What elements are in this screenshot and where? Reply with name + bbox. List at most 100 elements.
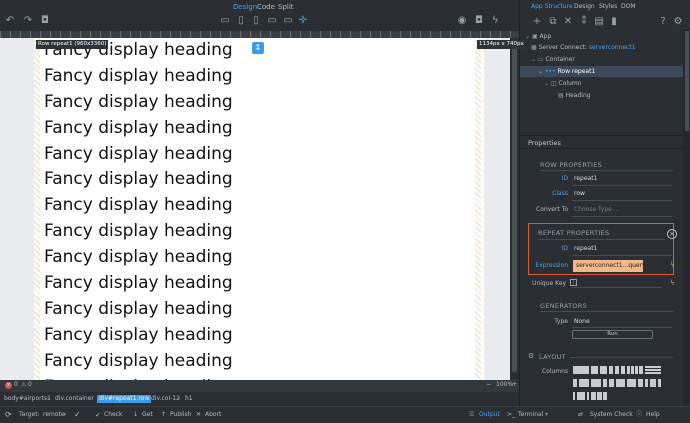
fit-icon[interactable]: ✛ (297, 15, 309, 27)
columns-8-4-icon[interactable] (627, 379, 643, 387)
columns-2-icon[interactable] (591, 366, 607, 374)
get-button[interactable]: Get (142, 407, 153, 423)
columns-4-icon[interactable] (627, 366, 643, 374)
close-icon[interactable]: × (667, 229, 677, 239)
panel-scrollbar[interactable] (683, 29, 690, 406)
info-icon[interactable]: i (570, 279, 577, 286)
display-heading[interactable]: Fancy display heading (44, 323, 474, 349)
columns-4-8-icon[interactable] (609, 379, 625, 387)
breadcrumb-item-active[interactable]: div#repeat1.row (97, 395, 152, 403)
check-circle-icon[interactable]: ✓ (74, 407, 81, 423)
help-button[interactable]: Help (646, 407, 660, 423)
dynamic-data-icon[interactable]: ϟ (670, 261, 675, 269)
display-heading[interactable]: Fancy display heading (44, 116, 474, 142)
type-select[interactable]: None (574, 318, 590, 325)
tree-item-column[interactable]: ⌄ ◫ Column (544, 78, 582, 89)
dynamic-data-icon[interactable]: ϟ (670, 279, 675, 287)
camera-icon[interactable]: ◘ (39, 15, 51, 27)
columns-3-9-icon[interactable] (573, 379, 589, 387)
check-button[interactable]: Check (104, 407, 122, 423)
columns-6-icon[interactable] (645, 366, 661, 374)
display-heading[interactable]: Fancy display heading (44, 193, 474, 219)
tab-dom[interactable]: DOM (621, 1, 636, 13)
run-button[interactable]: Run (572, 330, 653, 339)
screenshot-icon[interactable]: ◘ (473, 15, 485, 27)
tree-item-row-repeat1[interactable]: ⌄ ••• Row repeat1 (520, 66, 683, 77)
generators-title: GENERATORS (540, 302, 588, 310)
breadcrumb-item[interactable]: div.container (55, 392, 94, 406)
laptop-icon[interactable]: ▭ (266, 15, 278, 27)
zoom-in-icon[interactable]: + (512, 381, 517, 388)
id-field[interactable]: repeat1 (574, 175, 597, 182)
lightning-icon[interactable]: ϟ (489, 15, 501, 27)
tab-split[interactable]: Split (278, 3, 294, 11)
tree-item-container[interactable]: ⌄ ▭ Container (531, 54, 575, 65)
publish-button[interactable]: Publish (170, 407, 191, 423)
display-heading[interactable]: Fancy display heading (44, 167, 474, 193)
tablet-icon[interactable]: ▯ (250, 15, 262, 27)
columns-9-3-icon[interactable] (591, 379, 607, 387)
display-heading[interactable]: Fancy display heading (44, 245, 474, 271)
row-label: Row repeat1 (960x3360) (36, 40, 109, 49)
columns-1-icon[interactable] (573, 366, 589, 374)
redo-icon[interactable]: ↷ (22, 15, 34, 27)
paste-icon[interactable]: ▤ (593, 16, 605, 28)
breadcrumb-item[interactable]: body#airports1 (4, 392, 51, 406)
display-heading[interactable]: Fancy display heading (44, 297, 474, 323)
display-heading[interactable]: Fancy display heading (44, 349, 474, 375)
repeat-id-field[interactable]: repeat1 (574, 245, 597, 252)
paint-icon[interactable]: ▮ (608, 16, 620, 28)
terminal-tab[interactable]: Terminal (518, 407, 543, 423)
row-properties-title: ROW PROPERTIES (540, 161, 603, 169)
settings-icon[interactable]: ⚙ (672, 16, 684, 28)
zoom-out-icon[interactable]: − (486, 381, 491, 388)
add-icon[interactable]: + (531, 16, 543, 28)
output-tab[interactable]: Output (479, 407, 500, 423)
columns-auto-icon[interactable] (591, 392, 607, 400)
help-icon[interactable]: ? (657, 16, 669, 28)
chevron-down-icon[interactable]: ▾ (63, 407, 66, 423)
expression-field[interactable]: serverconnect1...query (573, 260, 646, 272)
class-field[interactable]: row (574, 190, 585, 197)
tree-item-heading[interactable]: ▤ Heading (558, 90, 591, 101)
canvas-scrollbar[interactable] (510, 38, 519, 380)
columns-2-8-2-icon[interactable] (573, 392, 589, 400)
columns-3-6-3-icon[interactable] (645, 379, 661, 387)
tab-design[interactable]: Design (574, 1, 595, 13)
system-check-button[interactable]: System Check (590, 407, 633, 423)
display-heading[interactable]: Fancy display heading (44, 271, 474, 297)
display-heading[interactable]: Fancy display heading (44, 90, 474, 116)
tab-design[interactable]: Design (233, 3, 257, 11)
scrollbar-thumb[interactable] (512, 42, 517, 372)
tree-item-link: serverconnect1 (588, 44, 636, 51)
chevron-down-icon: ⌄ (538, 68, 544, 75)
undo-icon[interactable]: ↶ (4, 15, 16, 27)
display-heading[interactable]: Fancy display heading (44, 64, 474, 90)
scrollbar-thumb[interactable] (685, 31, 689, 131)
tab-styles[interactable]: Styles (599, 1, 617, 13)
chevron-down-icon[interactable]: ▾ (545, 407, 548, 423)
tab-app-structure[interactable]: App Structure (531, 1, 573, 13)
tree-item-server-connect[interactable]: ▦ Server Connect: serverconnect1 (531, 42, 636, 53)
mobile-icon[interactable]: ▯ (235, 15, 247, 27)
copy-icon[interactable]: ⧉ (547, 16, 559, 28)
move-handle-icon[interactable]: ⇕ (252, 42, 264, 54)
breadcrumb-item[interactable]: div.col-12 (151, 392, 180, 406)
desktop-icon[interactable]: ▭ (282, 15, 294, 27)
delete-icon[interactable]: ✕ (562, 16, 574, 28)
layout-icon[interactable]: ▭ (219, 15, 231, 27)
eye-icon[interactable]: ◉ (456, 15, 468, 27)
tab-code[interactable]: Code (257, 3, 275, 11)
zoom-level[interactable]: 100% (496, 381, 513, 388)
cut-icon[interactable]: ⁑ (578, 16, 590, 28)
target-select[interactable]: remote (43, 407, 65, 423)
abort-button[interactable]: Abort (205, 407, 221, 423)
convert-to-select[interactable]: Choose Type ... (574, 206, 619, 213)
breadcrumb-item[interactable]: h1 (185, 392, 193, 406)
display-heading[interactable]: Fancy display heading (44, 219, 474, 245)
sync-icon[interactable]: ⟳ (5, 407, 12, 423)
tree-item-app[interactable]: ⌄ ▣ App (525, 31, 551, 42)
repeat-row[interactable]: Fancy display heading Fancy display headi… (44, 38, 474, 380)
display-heading[interactable]: Fancy display heading (44, 142, 474, 168)
columns-3-icon[interactable] (609, 366, 625, 374)
